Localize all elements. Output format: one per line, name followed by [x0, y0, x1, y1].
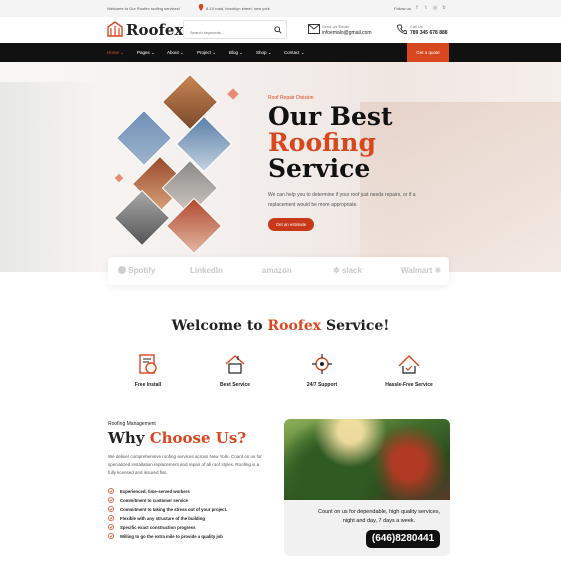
nav-item-pages[interactable]: Pages ⌄ [137, 50, 155, 56]
follow-label: Follow us [394, 6, 411, 11]
check-circle-icon [108, 515, 114, 521]
brand-spotify: Spotify [118, 266, 155, 275]
check-circle-icon [108, 488, 114, 494]
service-support: 24/7 Support [306, 382, 338, 388]
hero-collage [104, 70, 254, 255]
brand-walmart: Walmart ✳ [401, 266, 442, 275]
nav-item-blog[interactable]: Blog ⌄ [229, 50, 243, 56]
nav-item-project[interactable]: Project ⌄ [197, 50, 216, 56]
check-circle-icon [108, 506, 114, 512]
call-label: Call Us [410, 24, 423, 29]
service-hassle-free: Hassle-Free Service [385, 382, 433, 388]
search-input[interactable] [184, 24, 264, 41]
call-value[interactable]: 789 345 678 888 [410, 30, 448, 36]
map-pin-icon [198, 4, 204, 11]
support-247-icon [312, 354, 332, 374]
hero-title-line1: Our Best [268, 102, 393, 131]
service-free-install: Free Install [134, 382, 162, 388]
mail-value[interactable]: infoemalo@gmail.com [322, 30, 372, 36]
top-address: 8-10 road, brooklyn street, new york [206, 6, 270, 11]
free-install-icon [139, 354, 157, 374]
phone-icon [397, 24, 407, 34]
why-kicker: Roofing Management [108, 421, 156, 427]
why-heading: Why Choose Us? [108, 429, 247, 447]
facebook-icon[interactable]: f [414, 5, 420, 11]
card-phone-number[interactable]: (646)8280441 [366, 530, 440, 548]
service-best-service: Best Service [219, 382, 251, 388]
hero-title-line2: Roofing [268, 128, 376, 157]
search-icon[interactable] [274, 26, 282, 34]
brand-slack: ✲ slack [333, 266, 362, 275]
deco-diamond [114, 173, 124, 183]
tree-backdrop [0, 82, 100, 272]
behance-icon[interactable]: b [441, 5, 447, 11]
instagram-icon[interactable]: ◎ [432, 5, 438, 11]
nav-item-home[interactable]: Home ⌄ [107, 50, 124, 56]
check-circle-icon [108, 533, 114, 539]
check-circle-icon [108, 497, 114, 503]
nav-item-contact[interactable]: Contact ⌄ [284, 50, 305, 56]
get-estimate-button[interactable]: Get an estimate [268, 218, 314, 231]
hero-kicker: Roof Repair Division [268, 95, 314, 101]
nav-item-about[interactable]: About ⌄ [167, 50, 184, 56]
mail-label: Send Us Email [322, 24, 349, 29]
logo-icon[interactable] [107, 21, 123, 37]
hero-title-line3: Service [268, 154, 371, 183]
brand-linkedin: LinkedIn [190, 266, 223, 275]
hassle-free-icon [398, 355, 420, 374]
solar-worker-photo [115, 109, 173, 167]
get-quote-button[interactable]: Get a quote [407, 43, 449, 62]
why-description: We deliver comprehensive roofing service… [108, 454, 262, 475]
welcome-heading: Welcome to Roofex Service! [171, 318, 390, 334]
nav-item-shop[interactable]: Shop ⌄ [256, 50, 272, 56]
deco-diamond [227, 88, 239, 100]
search-box[interactable] [183, 20, 287, 41]
top-bar: Welcome to Our Roofex roofing services! … [0, 0, 561, 17]
welcome-message: Welcome to Our Roofex roofing services! [107, 6, 180, 11]
twitter-icon[interactable]: t [423, 5, 429, 11]
card-text: Count on us for dependable, high quality… [318, 509, 440, 524]
mail-icon [308, 24, 320, 34]
best-service-icon [225, 355, 245, 374]
hero-description: We can help you to determine if your roo… [268, 192, 416, 208]
check-circle-icon [108, 524, 114, 530]
main-nav [0, 43, 561, 62]
roofer-tree-photo [284, 419, 450, 500]
logo-text[interactable]: Roofex [126, 21, 183, 39]
brand-amazon: amazon [262, 266, 292, 275]
